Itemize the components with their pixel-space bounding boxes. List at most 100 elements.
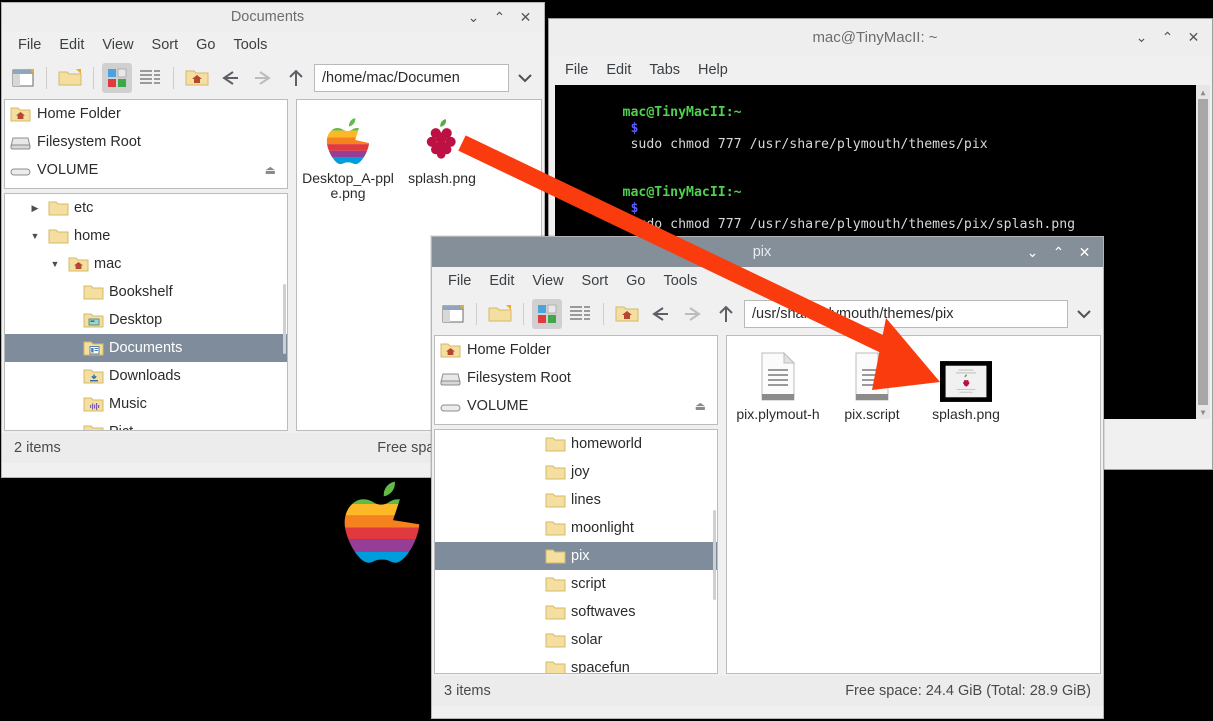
tree-row-music[interactable]: Music [5,390,287,418]
tree-row-documents[interactable]: Documents [5,334,287,362]
terminal-scrollbar[interactable]: ▲ ▼ [1196,85,1210,419]
pix-panes: Home Folder Filesystem Root VOLUME ⏏ hom… [432,333,1103,676]
file-item-desktop-apple[interactable]: Desktop_A-pple.png [301,108,395,200]
pix-folder-tree[interactable]: homeworld joy lines moonlight pix script… [434,429,718,674]
pane-splitter[interactable] [290,97,294,433]
documents-folder-tree[interactable]: ▶ etc ▼ home ▼ mac Bookshelf Desktop Doc… [4,193,288,431]
path-dropdown-chevron-down-icon[interactable] [512,73,538,83]
place-filesystem-root[interactable]: Filesystem Root [5,128,287,156]
scrollbar-thumb[interactable] [1198,99,1208,405]
home-folder-icon[interactable] [612,299,642,329]
maximize-button[interactable]: ⌃ [493,10,506,24]
menu-view[interactable]: View [94,35,141,55]
scroll-up-arrow-icon[interactable]: ▲ [1196,85,1210,99]
file-item-splash-png[interactable]: splash.png [919,344,1013,422]
tree-row-joy[interactable]: joy [435,458,717,486]
terminal-titlebar[interactable]: mac@TinyMacII: ~ ⌄ ⌃ ✕ [549,19,1212,55]
place-volume[interactable]: VOLUME ⏏ [5,156,287,184]
documents-path-input[interactable]: /home/mac/Documen [314,64,509,92]
home-folder-icon[interactable] [182,63,212,93]
tree-row-bookshelf[interactable]: Bookshelf [5,278,287,306]
menu-go[interactable]: Go [618,271,653,291]
menu-view[interactable]: View [524,271,571,291]
menu-help[interactable]: Help [690,60,736,80]
tree-row-mac[interactable]: ▼ mac [5,250,287,278]
file-item-pix-script[interactable]: pix.script [825,344,919,422]
sidebar-pane-icon[interactable] [438,299,468,329]
list-view-icon[interactable] [565,299,595,329]
up-arrow-icon[interactable] [711,299,741,329]
tree-row-lines[interactable]: lines [435,486,717,514]
raspberry-logo-thumbnail-icon [417,114,467,166]
folder-icon [48,201,69,215]
tree-row-pix[interactable]: pix [435,542,717,570]
icon-view-icon[interactable] [102,63,132,93]
eject-icon[interactable]: ⏏ [695,399,712,413]
twisty-icon[interactable]: ▼ [47,259,63,269]
menu-edit[interactable]: Edit [51,35,92,55]
minimize-button[interactable]: ⌄ [1026,245,1039,259]
tree-row-downloads[interactable]: Downloads [5,362,287,390]
menu-file[interactable]: File [10,35,49,55]
tree-row-solar[interactable]: solar [435,626,717,654]
menu-edit[interactable]: Edit [481,271,522,291]
tree-scrollbar[interactable] [712,430,717,673]
sidebar-pane-icon[interactable] [8,63,38,93]
close-button[interactable]: ✕ [1187,30,1200,44]
tree-row-desktop[interactable]: Desktop [5,306,287,334]
tree-row-pictures[interactable]: Pict [5,418,287,430]
new-folder-icon[interactable] [55,63,85,93]
terminal-prompt: mac@TinyMacII:~ [622,105,742,120]
documents-titlebar[interactable]: Documents ⌄ ⌃ ✕ [2,3,544,31]
new-folder-icon[interactable] [485,299,515,329]
eject-icon[interactable]: ⏏ [265,163,282,177]
tree-row-moonlight[interactable]: moonlight [435,514,717,542]
menu-tools[interactable]: Tools [655,271,705,291]
scroll-down-arrow-icon[interactable]: ▼ [1196,405,1210,419]
menu-tabs[interactable]: Tabs [641,60,688,80]
close-button[interactable]: ✕ [519,10,532,24]
tree-row-script[interactable]: script [435,570,717,598]
menu-sort[interactable]: Sort [574,271,617,291]
tree-row-home[interactable]: ▼ home [5,222,287,250]
pix-path-input[interactable]: /usr/share/plymouth/themes/pix [744,300,1068,328]
pix-item-count: 3 items [444,683,491,699]
menu-go[interactable]: Go [188,35,223,55]
tree-row-spacefun[interactable]: spacefun [435,654,717,673]
menu-sort[interactable]: Sort [144,35,187,55]
menu-edit[interactable]: Edit [598,60,639,80]
pane-splitter[interactable] [720,333,724,676]
pix-file-manager-window[interactable]: pix ⌄ ⌃ ✕ File Edit View Sort Go Tools /… [431,236,1104,719]
twisty-icon[interactable]: ▶ [27,203,43,214]
icon-view-icon[interactable] [532,299,562,329]
up-arrow-icon[interactable] [281,63,311,93]
list-view-icon[interactable] [135,63,165,93]
back-arrow-icon[interactable] [215,63,245,93]
close-button[interactable]: ✕ [1078,245,1091,259]
maximize-button[interactable]: ⌃ [1161,30,1174,44]
menu-file[interactable]: File [440,271,479,291]
tree-row-homeworld[interactable]: homeworld [435,430,717,458]
twisty-icon[interactable]: ▼ [27,231,43,241]
place-home-folder[interactable]: Home Folder [5,100,287,128]
path-dropdown-chevron-down-icon[interactable] [1071,309,1097,319]
volume-icon [440,404,461,411]
pix-titlebar[interactable]: pix ⌄ ⌃ ✕ [432,237,1103,267]
place-home-folder[interactable]: Home Folder [435,336,717,364]
maximize-button[interactable]: ⌃ [1052,245,1065,259]
tree-scrollbar[interactable] [282,194,287,430]
folder-icon [545,437,566,451]
back-arrow-icon[interactable] [645,299,675,329]
file-item-splash-png[interactable]: splash.png [395,108,489,200]
file-item-pix-plymouth[interactable]: pix.plymout-h [731,344,825,422]
menu-file[interactable]: File [557,60,596,80]
place-volume[interactable]: VOLUME ⏏ [435,392,717,420]
pix-file-pane[interactable]: pix.plymout-h pix.script splash.png [726,335,1101,674]
tree-row-softwaves[interactable]: softwaves [435,598,717,626]
tree-row-etc[interactable]: ▶ etc [5,194,287,222]
minimize-button[interactable]: ⌄ [1135,30,1148,44]
minimize-button[interactable]: ⌄ [467,10,480,24]
menu-tools[interactable]: Tools [225,35,275,55]
place-filesystem-root[interactable]: Filesystem Root [435,364,717,392]
toolbar-separator [46,67,47,89]
